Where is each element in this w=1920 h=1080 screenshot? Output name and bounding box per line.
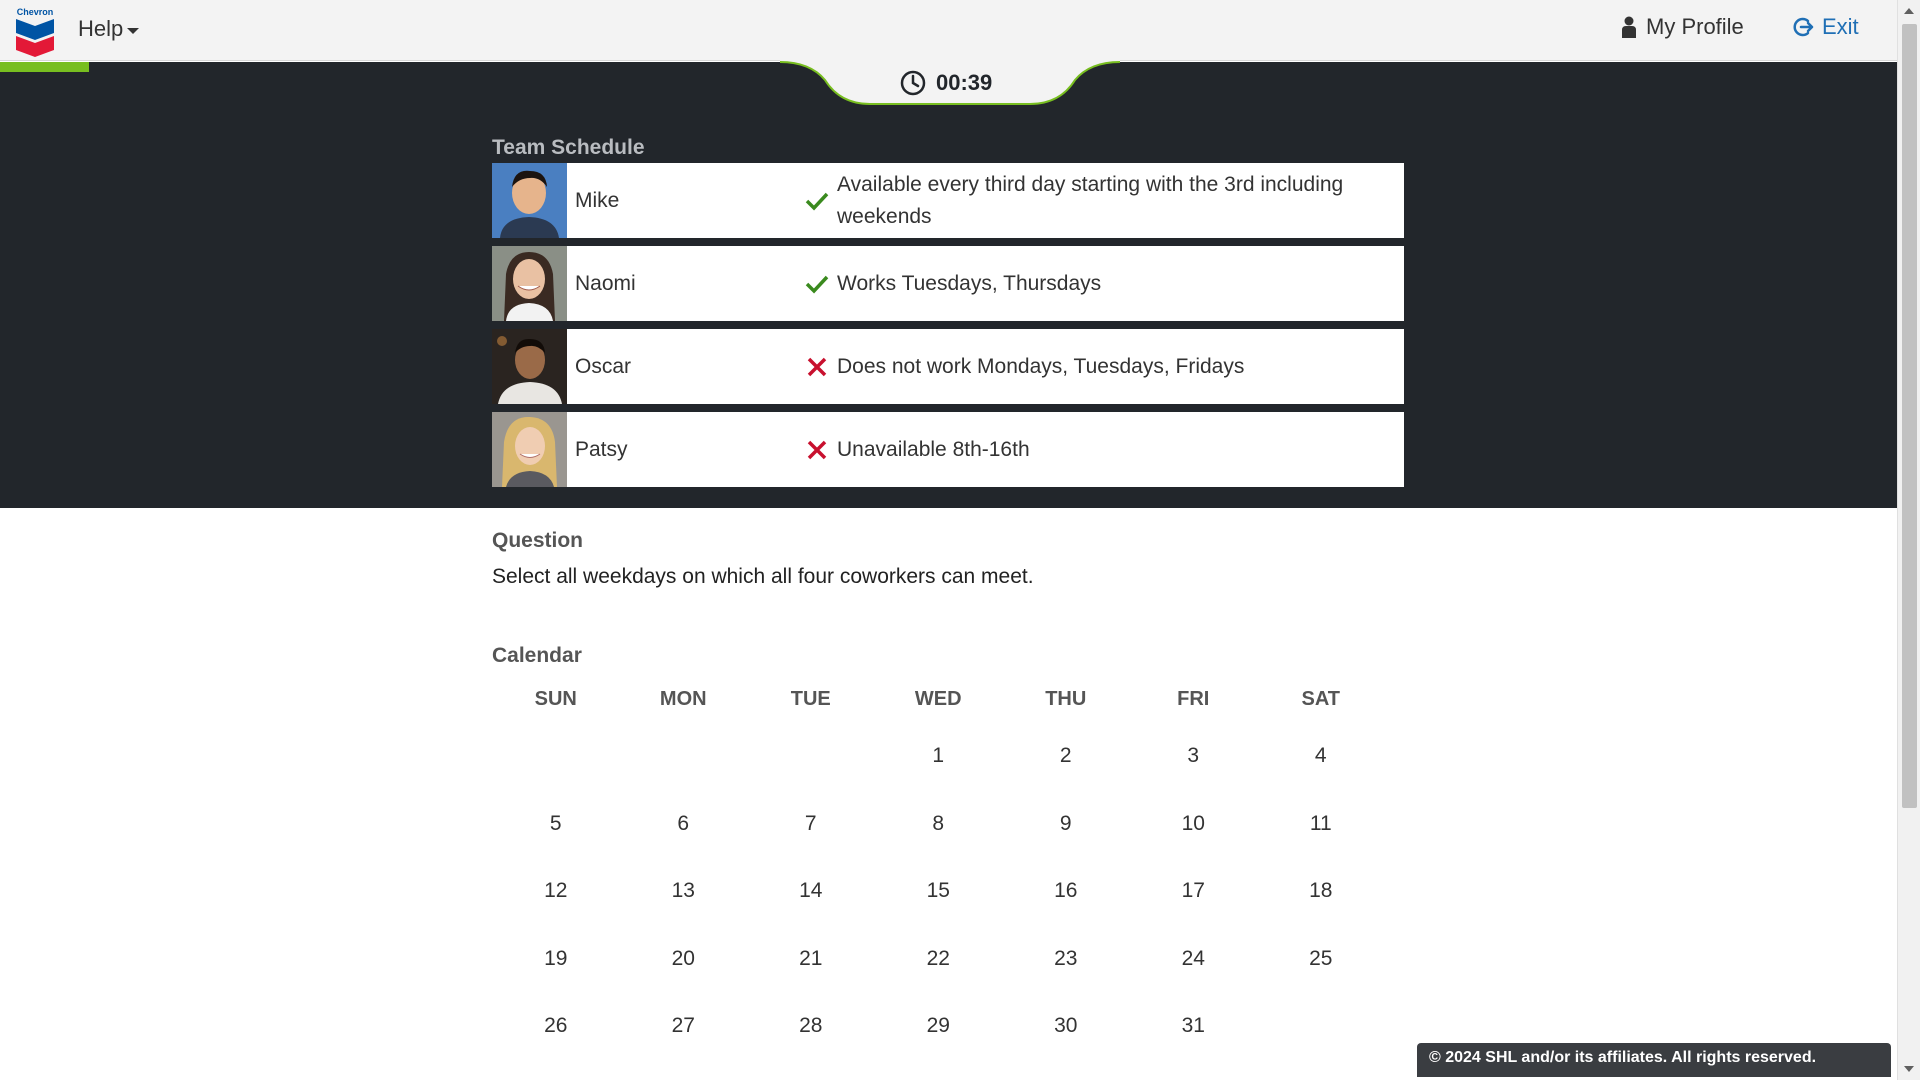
check-icon bbox=[797, 163, 837, 238]
my-profile-link[interactable]: My Profile bbox=[1622, 14, 1744, 40]
calendar-label: Calendar bbox=[492, 644, 582, 667]
scroll-thumb[interactable] bbox=[1902, 24, 1917, 808]
calendar-day[interactable]: 16 bbox=[1002, 875, 1130, 943]
question-label: Question bbox=[492, 529, 584, 552]
calendar-empty-cell bbox=[492, 740, 620, 808]
team-schedule-list: Mike Available every third day starting … bbox=[492, 163, 1404, 495]
calendar-day[interactable]: 9 bbox=[1002, 808, 1130, 876]
calendar-day[interactable]: 4 bbox=[1257, 740, 1385, 808]
schedule-row-naomi: Naomi Works Tuesdays, Thursdays bbox=[492, 246, 1404, 321]
avatar-mike bbox=[492, 163, 567, 238]
calendar-day[interactable]: 31 bbox=[1130, 1010, 1258, 1078]
calendar-day[interactable]: 27 bbox=[620, 1010, 748, 1078]
close-icon bbox=[797, 329, 837, 404]
calendar-day[interactable]: 3 bbox=[1130, 740, 1258, 808]
schedule-row-oscar: Oscar Does not work Mondays, Tuesdays, F… bbox=[492, 329, 1404, 404]
weekday-sun: SUN bbox=[534, 688, 577, 710]
member-name: Naomi bbox=[575, 271, 636, 295]
schedule-row-mike: Mike Available every third day starting … bbox=[492, 163, 1404, 238]
weekday-thu: THU bbox=[1045, 688, 1087, 710]
help-label: Help bbox=[78, 16, 124, 41]
calendar-day[interactable]: 22 bbox=[875, 943, 1003, 1011]
top-bar: Chevron Help My Profile Exit bbox=[0, 0, 1897, 61]
question-text: Select all weekdays on which all four co… bbox=[492, 565, 1034, 588]
my-profile-label: My Profile bbox=[1646, 14, 1744, 39]
weekday-sat: SAT bbox=[1301, 688, 1340, 710]
calendar-day[interactable]: 5 bbox=[492, 808, 620, 876]
calendar-day[interactable]: 1 bbox=[875, 740, 1003, 808]
calendar-day[interactable]: 10 bbox=[1130, 808, 1258, 876]
page-scrollbar[interactable] bbox=[1897, 0, 1920, 1080]
member-availability: Does not work Mondays, Tuesdays, Fridays bbox=[837, 354, 1245, 378]
calendar-day[interactable]: 15 bbox=[875, 875, 1003, 943]
calendar-empty-cell bbox=[747, 740, 875, 808]
member-availability: Available every third day starting with … bbox=[837, 172, 1344, 228]
scroll-down-icon[interactable] bbox=[1904, 1066, 1914, 1072]
calendar-day[interactable]: 7 bbox=[747, 808, 875, 876]
team-schedule-title: Team Schedule bbox=[492, 136, 645, 159]
user-icon bbox=[1622, 16, 1636, 38]
chevron-logo: Chevron bbox=[16, 7, 54, 57]
member-availability: Works Tuesdays, Thursdays bbox=[837, 271, 1102, 295]
exit-label: Exit bbox=[1822, 14, 1859, 39]
weekday-tue: TUE bbox=[790, 688, 831, 710]
exit-icon bbox=[1793, 17, 1814, 37]
help-menu[interactable]: Help bbox=[78, 16, 140, 42]
calendar-day[interactable]: 23 bbox=[1002, 943, 1130, 1011]
member-name: Oscar bbox=[575, 354, 632, 378]
member-availability: Unavailable 8th-16th bbox=[837, 437, 1030, 461]
calendar-day[interactable]: 28 bbox=[747, 1010, 875, 1078]
weekday-wed: WED bbox=[914, 688, 962, 710]
calendar-day[interactable]: 25 bbox=[1257, 943, 1385, 1011]
copyright-notice: © 2024 SHL and/or its affiliates. All ri… bbox=[1417, 1043, 1891, 1077]
calendar-weekday-header: SUN MON TUE WED THU FRI SAT bbox=[492, 680, 1384, 718]
calendar-day[interactable]: 11 bbox=[1257, 808, 1385, 876]
avatar-naomi bbox=[492, 246, 567, 321]
calendar-days: 1 2 3 4 5 6 7 8 9 10 11 12 13 14 15 16 17 18 19 20 21 22 23 24 2… bbox=[492, 740, 1384, 1078]
timer-value: 00:39 bbox=[936, 70, 993, 95]
calendar-day[interactable]: 8 bbox=[875, 808, 1003, 876]
calendar-day[interactable]: 18 bbox=[1257, 875, 1385, 943]
calendar-day[interactable]: 29 bbox=[875, 1010, 1003, 1078]
calendar-day[interactable]: 14 bbox=[747, 875, 875, 943]
calendar-day[interactable]: 20 bbox=[620, 943, 748, 1011]
progress-bar-fill bbox=[0, 62, 89, 72]
calendar-day[interactable]: 19 bbox=[492, 943, 620, 1011]
avatar-patsy bbox=[492, 412, 567, 487]
calendar-day[interactable]: 2 bbox=[1002, 740, 1130, 808]
member-name: Mike bbox=[575, 188, 620, 212]
calendar-empty-cell bbox=[620, 740, 748, 808]
check-icon bbox=[797, 246, 837, 321]
calendar: SUN MON TUE WED THU FRI SAT 1 2 3 4 5 6 7 8 9 10 1… bbox=[492, 680, 1384, 1078]
calendar-day[interactable]: 21 bbox=[747, 943, 875, 1011]
calendar-day[interactable]: 26 bbox=[492, 1010, 620, 1078]
weekday-fri: FRI bbox=[1177, 688, 1210, 710]
calendar-day[interactable]: 24 bbox=[1130, 943, 1258, 1011]
scroll-up-icon[interactable] bbox=[1904, 8, 1914, 14]
member-name: Patsy bbox=[575, 437, 628, 461]
calendar-empty-cell bbox=[1257, 1010, 1385, 1078]
close-icon bbox=[797, 412, 837, 487]
exit-link[interactable]: Exit bbox=[1792, 14, 1859, 40]
calendar-day[interactable]: 12 bbox=[492, 875, 620, 943]
calendar-day[interactable]: 6 bbox=[620, 808, 748, 876]
calendar-day[interactable]: 30 bbox=[1002, 1010, 1130, 1078]
schedule-row-patsy: Patsy Unavailable 8th-16th bbox=[492, 412, 1404, 487]
avatar-oscar bbox=[492, 329, 567, 404]
timer: 00:39 bbox=[900, 70, 992, 96]
calendar-day[interactable]: 13 bbox=[620, 875, 748, 943]
svg-text:Chevron: Chevron bbox=[17, 7, 54, 17]
clock-icon bbox=[900, 70, 926, 96]
weekday-mon: MON bbox=[659, 688, 707, 710]
chevron-down-icon bbox=[127, 27, 140, 34]
calendar-day[interactable]: 17 bbox=[1130, 875, 1258, 943]
